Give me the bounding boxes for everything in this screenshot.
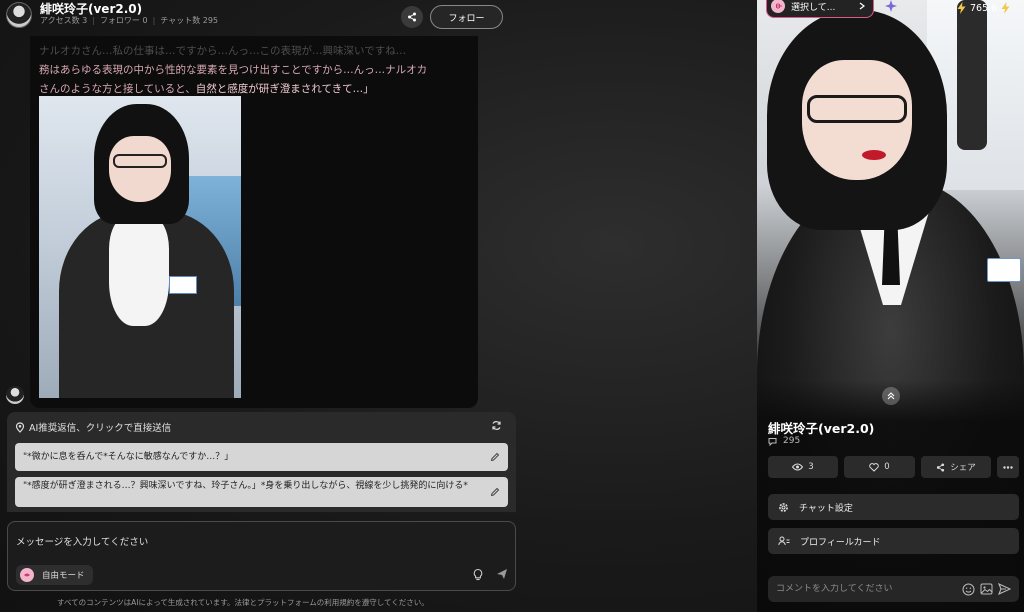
edit-pencil-icon[interactable]: [490, 452, 500, 462]
double-chevron-up-icon: [887, 392, 895, 400]
credit-balance[interactable]: 765.6: [957, 2, 1010, 14]
follower-count: フォロワー 0: [99, 16, 148, 25]
lightning-icon: [1001, 2, 1010, 14]
suggestion-item-2[interactable]: "*感度が研ぎ澄まされる…？興味深いですね、玲子さん。」*身を乗り出しながら、視…: [15, 477, 508, 507]
profile-share-button[interactable]: シェア: [921, 456, 991, 478]
character-profile-panel: 選択して... 765.6 緋咲玲子(ver2.0) 295 3 0 シェア チ…: [757, 0, 1024, 612]
eye-icon: [792, 463, 804, 471]
comment-box: [768, 576, 1019, 602]
location-pin-icon: [15, 421, 25, 433]
emoji-icon[interactable]: [962, 583, 975, 596]
lightbulb-icon[interactable]: [472, 568, 484, 581]
message-line-2a: さんのような方と接していると、: [39, 83, 196, 95]
model-select-label: 選択して...: [791, 2, 836, 13]
chat-settings-button[interactable]: チャット設定: [768, 494, 1019, 520]
views-count: 3: [808, 462, 814, 472]
message-input-box[interactable]: メッセージを入力してください 自由モード: [7, 521, 516, 591]
share-label: シェア: [950, 463, 976, 473]
profile-chat-count-value: 295: [783, 436, 801, 446]
profile-card-label: プロフィールカード: [800, 537, 881, 548]
credit-value: 765.6: [970, 2, 998, 14]
more-horizontal-icon: [1003, 465, 1013, 469]
message-text: ナルオカさん…私の仕事は…ですから…んっ…この表現が…興味深いですね… 務はあら…: [39, 42, 469, 99]
like-button[interactable]: 0: [844, 456, 915, 478]
profile-card-button[interactable]: プロフィールカード: [768, 528, 1019, 554]
character-avatar[interactable]: [6, 2, 32, 28]
send-icon[interactable]: [998, 583, 1011, 595]
access-count: アクセス数 3: [40, 16, 88, 25]
suggestion-text-1: "*微かに息を呑んで*そんなに敏感なんですか…？」: [23, 451, 234, 462]
chat-settings-label: チャット設定: [799, 503, 853, 514]
share-icon: [937, 462, 945, 472]
message-input[interactable]: メッセージを入力してください: [16, 534, 148, 548]
user-card-icon: [778, 536, 790, 546]
message-line-faded: ナルオカさん…私の仕事は…ですから…んっ…この表現が…興味深いですね…: [39, 45, 407, 57]
mode-icon: [20, 568, 34, 582]
message-character-image[interactable]: [39, 96, 241, 398]
profile-chat-count: 295: [768, 436, 800, 446]
suggestions-header: AI推奨返信、クリックで直接送信: [15, 420, 171, 434]
image-icon[interactable]: [980, 583, 993, 595]
refresh-icon[interactable]: [491, 420, 502, 431]
voice-wave-icon: [771, 0, 785, 13]
share-icon: [408, 12, 416, 22]
bot-message: ナルオカさん…私の仕事は…ですから…んっ…この表現が…興味深いですね… 務はあら…: [30, 36, 478, 408]
model-select-button[interactable]: 選択して...: [766, 0, 874, 18]
chevron-right-icon: [859, 2, 865, 10]
share-button[interactable]: [401, 6, 423, 28]
suggestion-item-1[interactable]: "*微かに息を呑んで*そんなに敏感なんですか…？」: [15, 443, 508, 471]
views-button[interactable]: 3: [768, 456, 838, 478]
free-mode-label: 自由モード: [42, 571, 85, 581]
gear-icon: [779, 502, 788, 512]
more-options-button[interactable]: [997, 456, 1019, 478]
lightning-icon: [957, 2, 966, 14]
chat-count: チャット数 295: [160, 16, 219, 25]
top-icon-group: [885, 0, 897, 12]
suggestions-header-label: AI推奨返信、クリックで直接送信: [29, 423, 172, 434]
comment-input[interactable]: [776, 584, 957, 594]
sparkle-icon[interactable]: [885, 0, 897, 12]
chat-bubble-icon: [768, 437, 777, 446]
suggestion-text-2: "*感度が研ぎ澄まされる…？興味深いですね、玲子さん。」*身を乗り出しながら、視…: [23, 481, 468, 491]
edit-pencil-icon[interactable]: [490, 487, 500, 497]
message-line-2b: 自然と感度が研ぎ澄まされてきて…」: [195, 83, 374, 95]
likes-count: 0: [884, 462, 890, 472]
ai-suggestions-panel: AI推奨返信、クリックで直接送信 "*微かに息を呑んで*そんなに敏感なんですか……: [7, 412, 516, 512]
follow-button[interactable]: フォロー: [430, 5, 503, 29]
free-mode-button[interactable]: 自由モード: [16, 565, 93, 585]
profile-name: 緋咲玲子(ver2.0): [768, 421, 875, 436]
chat-header: 緋咲玲子(ver2.0) アクセス数 3 | フォロワー 0 | チャット数 295 フ…: [0, 0, 757, 34]
bot-avatar: [6, 386, 24, 404]
send-icon[interactable]: [496, 568, 508, 580]
ai-disclaimer: すべてのコンテンツはAIによって生成されています。法律とプラットフォームの利用規…: [57, 598, 429, 607]
character-stats: アクセス数 3 | フォロワー 0 | チャット数 295: [40, 16, 219, 25]
message-line-1: 務はあらゆる表現の中から性的な要素を見つけ出すことですから…んっ…ナルオカ: [39, 64, 428, 76]
heart-icon: [869, 462, 879, 472]
expand-up-button[interactable]: [882, 387, 900, 405]
